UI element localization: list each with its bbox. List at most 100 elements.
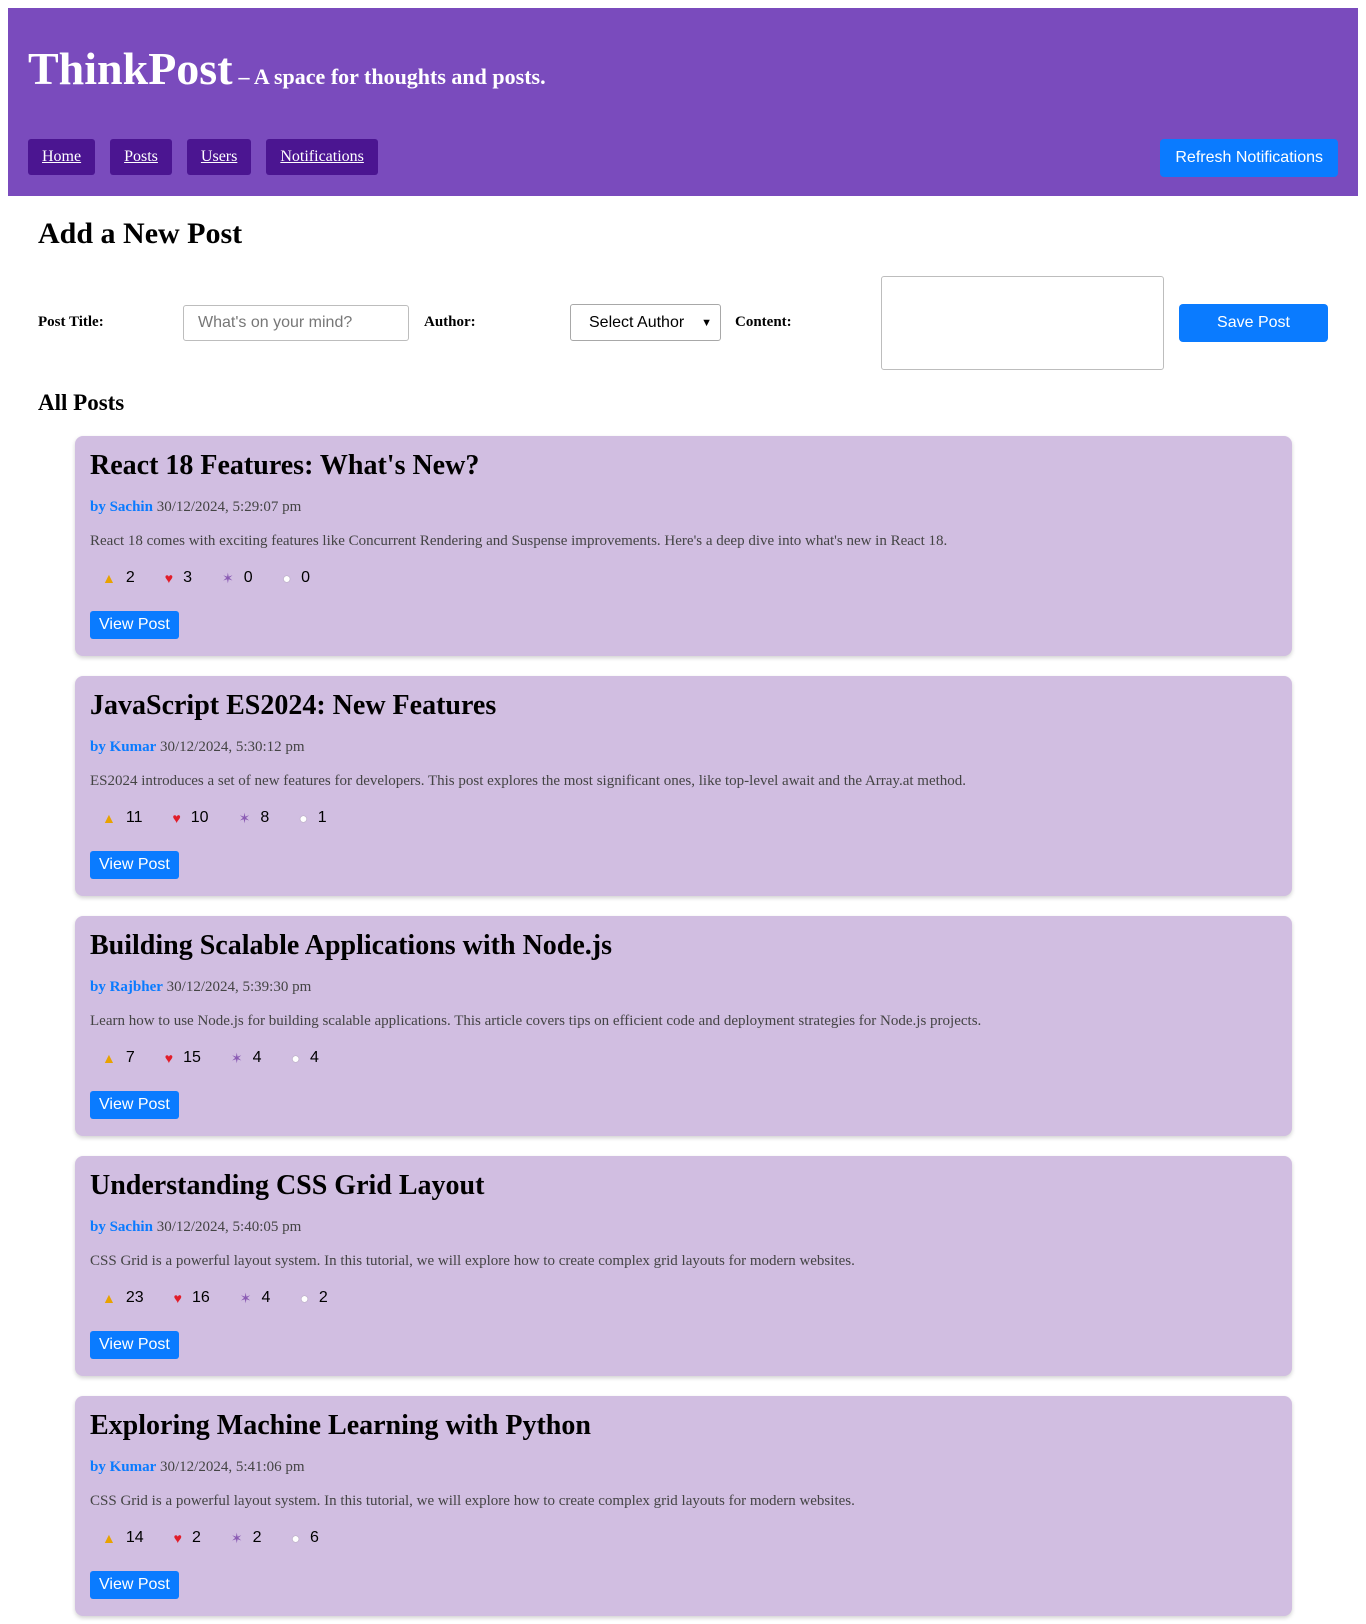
reaction-count: 8 [260,809,270,826]
reaction-heart[interactable]: ♥ 3 [153,567,204,589]
reaction-bar: ▲ 7 ♥ 15 ✶ 4 ● 4 [90,1047,331,1069]
brand: ThinkPost – A space for thoughts and pos… [28,46,546,92]
reaction-comment[interactable]: ● 0 [271,567,322,589]
content-textarea[interactable] [881,276,1164,370]
reaction-thumbs-up[interactable]: ▲ 2 [90,567,147,589]
post-meta: by Kumar 30/12/2024, 5:30:12 pm [90,739,305,756]
reaction-count: 4 [309,1049,319,1066]
author-select-value: Select Author [589,313,685,331]
reaction-bar: ▲ 11 ♥ 10 ✶ 8 ● 1 [90,807,339,829]
site-title: ThinkPost [28,43,233,94]
post-date: 30/12/2024, 5:29:07 pm [156,499,302,515]
post-author[interactable]: by Kumar [90,739,156,755]
post-excerpt: CSS Grid is a powerful layout system. In… [90,1253,855,1269]
add-post-heading: Add a New Post [38,217,243,250]
speech-bubble-icon: ● [300,1290,309,1306]
post-title: Understanding CSS Grid Layout [90,1170,485,1201]
thumbs-up-icon: ▲ [102,810,116,826]
post-title: JavaScript ES2024: New Features [90,690,497,721]
save-post-button[interactable]: Save Post [1179,304,1328,342]
reaction-count: 7 [125,1049,135,1066]
post-card: JavaScript ES2024: New Features by Kumar… [75,676,1292,896]
post-card: Building Scalable Applications with Node… [75,916,1292,1136]
reaction-party[interactable]: ✶ 4 [219,1047,274,1069]
site-tagline: – A space for thoughts and posts. [238,64,546,89]
post-author[interactable]: by Rajbher [90,979,163,995]
reaction-party[interactable]: ✶ 4 [228,1287,283,1309]
nav-link-users[interactable]: Users [186,139,252,175]
reaction-bar: ▲ 23 ♥ 16 ✶ 4 ● 2 [90,1287,340,1309]
post-card: Exploring Machine Learning with Python b… [75,1396,1292,1616]
post-meta: by Rajbher 30/12/2024, 5:39:30 pm [90,979,311,996]
reaction-thumbs-up[interactable]: ▲ 7 [90,1047,147,1069]
post-title-input[interactable] [183,305,409,341]
reaction-count: 0 [243,569,253,586]
view-post-button[interactable]: View Post [90,611,179,639]
post-excerpt: ES2024 introduces a set of new features … [90,773,967,789]
reaction-count: 11 [125,809,143,826]
reaction-comment[interactable]: ● 4 [280,1047,331,1069]
reaction-comment[interactable]: ● 1 [287,807,338,829]
heart-icon: ♥ [173,1530,182,1546]
reaction-heart[interactable]: ♥ 2 [162,1527,213,1549]
heart-icon: ♥ [172,810,181,826]
post-excerpt: Learn how to use Node.js for building sc… [90,1013,982,1029]
thumbs-up-icon: ▲ [102,1050,116,1066]
post-meta: by Sachin 30/12/2024, 5:40:05 pm [90,1219,301,1236]
post-meta: by Kumar 30/12/2024, 5:41:06 pm [90,1459,305,1476]
reaction-count: 2 [318,1289,328,1306]
reaction-count: 4 [261,1289,271,1306]
view-post-button[interactable]: View Post [90,1331,179,1359]
reaction-party[interactable]: ✶ 2 [219,1527,274,1549]
reaction-count: 16 [191,1289,210,1306]
nav-link-home[interactable]: Home [28,139,96,175]
nav-link-notifications[interactable]: Notifications [266,139,378,175]
party-popper-icon: ✶ [238,809,251,826]
reaction-count: 10 [190,809,209,826]
reaction-thumbs-up[interactable]: ▲ 11 [90,807,154,829]
heart-icon: ♥ [164,1050,174,1066]
reaction-count: 3 [183,569,192,586]
chevron-down-icon: ▼ [701,316,712,329]
reaction-bar: ▲ 14 ♥ 2 ✶ 2 ● 6 [90,1527,331,1549]
reaction-count: 6 [309,1529,319,1546]
reaction-heart[interactable]: ♥ 15 [153,1047,213,1069]
thumbs-up-icon: ▲ [102,1290,116,1306]
party-popper-icon: ✶ [230,1049,243,1066]
post-date: 30/12/2024, 5:41:06 pm [160,1459,305,1475]
post-author[interactable]: by Kumar [90,1459,156,1475]
reaction-heart[interactable]: ♥ 16 [162,1287,222,1309]
reaction-count: 1 [317,809,327,826]
reaction-count: 4 [252,1049,262,1066]
view-post-button[interactable]: View Post [90,1091,179,1119]
author-label: Author: [424,314,476,330]
party-popper-icon: ✶ [221,569,234,586]
reaction-bar: ▲ 2 ♥ 3 ✶ 0 ● 0 [90,567,322,589]
all-posts-heading: All Posts [38,390,125,415]
reaction-thumbs-up[interactable]: ▲ 23 [90,1287,156,1309]
refresh-notifications-button[interactable]: Refresh Notifications [1160,139,1338,177]
speech-bubble-icon: ● [299,810,308,826]
reaction-party[interactable]: ✶ 0 [210,567,265,589]
post-date: 30/12/2024, 5:30:12 pm [160,739,305,755]
reaction-count: 23 [125,1289,144,1306]
post-card: Understanding CSS Grid Layout by Sachin … [75,1156,1292,1376]
post-title: Building Scalable Applications with Node… [90,930,613,961]
post-date: 30/12/2024, 5:39:30 pm [166,979,312,995]
reaction-count: 14 [125,1529,144,1546]
post-title: React 18 Features: What's New? [90,450,480,481]
view-post-button[interactable]: View Post [90,851,179,879]
author-select[interactable]: Select Author ▼ [570,304,721,341]
reaction-comment[interactable]: ● 2 [288,1287,339,1309]
post-author[interactable]: by Sachin [90,1219,153,1235]
post-author[interactable]: by Sachin [90,499,153,515]
speech-bubble-icon: ● [282,570,292,586]
view-post-button[interactable]: View Post [90,1571,179,1599]
reaction-thumbs-up[interactable]: ▲ 14 [90,1527,156,1549]
reaction-heart[interactable]: ♥ 10 [160,807,220,829]
post-excerpt: React 18 comes with exciting features li… [90,533,948,549]
thumbs-up-icon: ▲ [102,570,116,586]
reaction-comment[interactable]: ● 6 [280,1527,331,1549]
nav-link-posts[interactable]: Posts [110,139,172,175]
reaction-party[interactable]: ✶ 8 [227,807,282,829]
